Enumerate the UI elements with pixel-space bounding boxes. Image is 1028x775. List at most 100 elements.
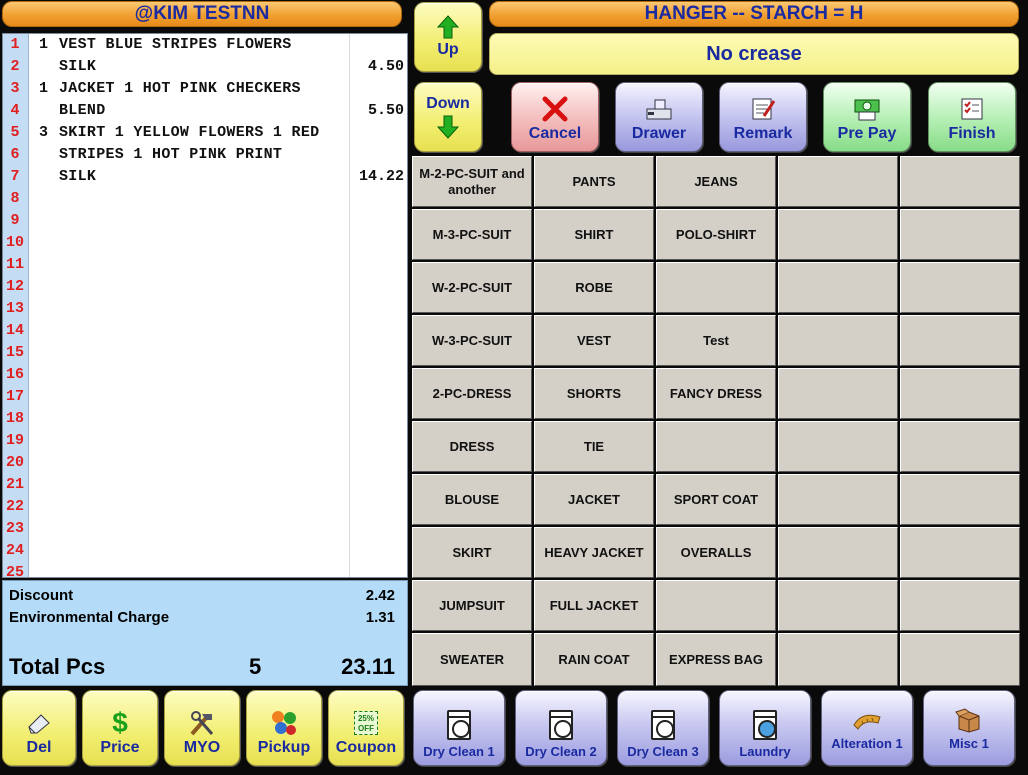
ticket-list[interactable]: 1 1 VEST BLUE STRIPES FLOWERS 2 SILK 4.50 3 1 JA…	[2, 33, 408, 578]
delete-button[interactable]: Del	[2, 690, 76, 766]
item-button-empty[interactable]	[778, 633, 898, 686]
item-button-empty[interactable]	[778, 474, 898, 525]
item-button-dress[interactable]: DRESS	[412, 421, 532, 472]
coupon-button[interactable]: 25% OFF Coupon	[328, 690, 404, 766]
price-button[interactable]: $ Price	[82, 690, 158, 766]
item-button-empty[interactable]	[900, 262, 1020, 313]
ticket-line[interactable]: 18	[3, 408, 407, 430]
pickup-button[interactable]: Pickup	[246, 690, 322, 766]
item-button-overalls[interactable]: OVERALLS	[656, 527, 776, 578]
item-button-shirt[interactable]: SHIRT	[534, 209, 654, 260]
item-button-heavy-jacket[interactable]: HEAVY JACKET	[534, 527, 654, 578]
item-button-test[interactable]: Test	[656, 315, 776, 366]
ticket-line[interactable]: 2 SILK 4.50	[3, 56, 407, 78]
item-button-m-2-pc-suit-and-another[interactable]: M-2-PC-SUIT and another	[412, 156, 532, 207]
item-button-empty[interactable]	[900, 156, 1020, 207]
item-button-pants[interactable]: PANTS	[534, 156, 654, 207]
finish-button[interactable]: Finish	[928, 82, 1016, 152]
ticket-line[interactable]: 8	[3, 188, 407, 210]
ticket-line[interactable]: 4 BLEND 5.50	[3, 100, 407, 122]
item-button-w-3-pc-suit[interactable]: W-3-PC-SUIT	[412, 315, 532, 366]
item-button-empty[interactable]	[656, 421, 776, 472]
item-button-m-3-pc-suit[interactable]: M-3-PC-SUIT	[412, 209, 532, 260]
scroll-down-button[interactable]: Down	[414, 82, 482, 152]
item-button-full-jacket[interactable]: FULL JACKET	[534, 580, 654, 631]
ticket-line[interactable]: 17	[3, 386, 407, 408]
ticket-line[interactable]: 15	[3, 342, 407, 364]
item-button-empty[interactable]	[656, 262, 776, 313]
line-number: 6	[10, 146, 20, 163]
item-button-fancy-dress[interactable]: FANCY DRESS	[656, 368, 776, 419]
cancel-button[interactable]: Cancel	[511, 82, 599, 152]
ticket-line[interactable]: 23	[3, 518, 407, 540]
item-button-empty[interactable]	[778, 368, 898, 419]
ticket-line[interactable]: 12	[3, 276, 407, 298]
ticket-line[interactable]: 24	[3, 540, 407, 562]
category-dry-clean-2[interactable]: Dry Clean 2	[515, 690, 607, 766]
item-button-jeans[interactable]: JEANS	[656, 156, 776, 207]
ticket-line[interactable]: 7 SILK 14.22	[3, 166, 407, 188]
item-button-empty[interactable]	[778, 262, 898, 313]
item-button-empty[interactable]	[900, 580, 1020, 631]
item-button-empty[interactable]	[778, 580, 898, 631]
item-button-empty[interactable]	[778, 209, 898, 260]
item-button-2-pc-dress[interactable]: 2-PC-DRESS	[412, 368, 532, 419]
item-button-vest[interactable]: VEST	[534, 315, 654, 366]
ticket-line[interactable]: 16	[3, 364, 407, 386]
dry-clean-2-label: Dry Clean 2	[525, 744, 597, 759]
line-number: 4	[10, 102, 20, 119]
ticket-line[interactable]: 11	[3, 254, 407, 276]
item-button-skirt[interactable]: SKIRT	[412, 527, 532, 578]
item-button-empty[interactable]	[900, 633, 1020, 686]
ticket-line[interactable]: 14	[3, 320, 407, 342]
ticket-line[interactable]: 21	[3, 474, 407, 496]
item-button-empty[interactable]	[778, 527, 898, 578]
ticket-line[interactable]: 1 1 VEST BLUE STRIPES FLOWERS	[3, 34, 407, 56]
ticket-line[interactable]: 10	[3, 232, 407, 254]
ticket-line[interactable]: 9	[3, 210, 407, 232]
item-button-empty[interactable]	[900, 209, 1020, 260]
category-dry-clean-1[interactable]: Dry Clean 1	[413, 690, 505, 766]
item-button-w-2-pc-suit[interactable]: W-2-PC-SUIT	[412, 262, 532, 313]
item-button-empty[interactable]	[900, 368, 1020, 419]
ticket-line[interactable]: 6 STRIPES 1 HOT PINK PRINT	[3, 144, 407, 166]
item-button-jumpsuit[interactable]: JUMPSUIT	[412, 580, 532, 631]
category-dry-clean-3[interactable]: Dry Clean 3	[617, 690, 709, 766]
item-button-robe[interactable]: ROBE	[534, 262, 654, 313]
remark-button[interactable]: Remark	[719, 82, 807, 152]
prepay-button[interactable]: Pre Pay	[823, 82, 911, 152]
scroll-up-button[interactable]: Up	[414, 2, 482, 72]
ticket-line[interactable]: 3 1 JACKET 1 HOT PINK CHECKERS	[3, 78, 407, 100]
category-misc-1[interactable]: Misc 1	[923, 690, 1015, 766]
item-button-empty[interactable]	[900, 527, 1020, 578]
item-button-empty[interactable]	[900, 421, 1020, 472]
item-button-express-bag[interactable]: EXPRESS BAG	[656, 633, 776, 686]
item-button-tie[interactable]: TIE	[534, 421, 654, 472]
item-button-polo-shirt[interactable]: POLO-SHIRT	[656, 209, 776, 260]
ticket-line[interactable]: 19	[3, 430, 407, 452]
item-button-blouse[interactable]: BLOUSE	[412, 474, 532, 525]
ticket-line[interactable]: 5 3 SKIRT 1 YELLOW FLOWERS 1 RED	[3, 122, 407, 144]
line-description: JACKET 1 HOT PINK CHECKERS	[59, 80, 301, 97]
item-button-sweater[interactable]: SWEATER	[412, 633, 532, 686]
item-button-empty[interactable]	[778, 156, 898, 207]
category-laundry[interactable]: Laundry	[719, 690, 811, 766]
item-button-shorts[interactable]: SHORTS	[534, 368, 654, 419]
item-button-jacket[interactable]: JACKET	[534, 474, 654, 525]
drawer-button[interactable]: Drawer	[615, 82, 703, 152]
item-button-empty[interactable]	[656, 580, 776, 631]
del-label: Del	[26, 739, 52, 756]
item-button-empty[interactable]	[900, 474, 1020, 525]
item-button-empty[interactable]	[900, 315, 1020, 366]
ticket-line[interactable]: 25	[3, 562, 407, 577]
ticket-line[interactable]: 20	[3, 452, 407, 474]
ticket-line[interactable]: 13	[3, 298, 407, 320]
item-button-rain-coat[interactable]: RAIN COAT	[534, 633, 654, 686]
item-button-empty[interactable]	[778, 421, 898, 472]
item-button-empty[interactable]	[778, 315, 898, 366]
ticket-line[interactable]: 22	[3, 496, 407, 518]
item-button-sport-coat[interactable]: SPORT COAT	[656, 474, 776, 525]
category-alteration-1[interactable]: Alteration 1	[821, 690, 913, 766]
myo-button[interactable]: MYO	[164, 690, 240, 766]
finish-checklist-icon	[957, 96, 987, 122]
